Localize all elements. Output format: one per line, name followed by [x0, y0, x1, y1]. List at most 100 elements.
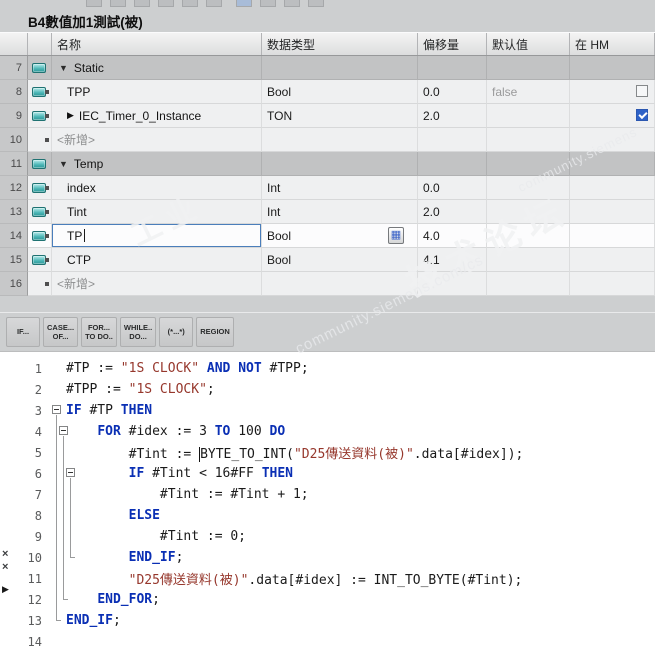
- cell-default[interactable]: [487, 56, 570, 80]
- cell-default[interactable]: false: [487, 80, 570, 104]
- column-header-default[interactable]: 默认值: [487, 33, 570, 55]
- cell-name[interactable]: ▼ Static: [52, 56, 262, 80]
- cell-default[interactable]: [487, 200, 570, 224]
- cell-offset[interactable]: [418, 56, 487, 80]
- cell-datatype[interactable]: [262, 152, 418, 176]
- code-line[interactable]: 6 IF #Tint < 16#FF THEN: [0, 463, 655, 484]
- cell-offset[interactable]: [418, 128, 487, 152]
- cell-datatype[interactable]: [262, 272, 418, 296]
- code-line[interactable]: 1 #TP := "1S CLOCK" AND NOT #TPP;: [0, 358, 655, 379]
- code-line[interactable]: 3 IF #TP THEN: [0, 400, 655, 421]
- column-header-name[interactable]: 名称: [52, 33, 262, 55]
- cell-hmi-visible[interactable]: [570, 176, 655, 200]
- snippet-button[interactable]: IF...: [6, 317, 40, 347]
- cell-default[interactable]: [487, 272, 570, 296]
- variable-tag-icon: [32, 62, 46, 73]
- cell-name[interactable]: TPP: [52, 80, 262, 104]
- table-row[interactable]: 9 ▶ IEC_Timer_0_Instance TON 2.0: [0, 104, 655, 128]
- hmi-checkbox[interactable]: [636, 109, 648, 121]
- fold-collapse-icon[interactable]: [66, 468, 75, 477]
- cell-hmi-visible[interactable]: [570, 200, 655, 224]
- cell-hmi-visible[interactable]: [570, 56, 655, 80]
- code-line[interactable]: 12 END_FOR;: [0, 589, 655, 610]
- close-icon[interactable]: ×: [2, 548, 8, 560]
- cell-offset[interactable]: 4.1: [418, 248, 487, 272]
- code-line[interactable]: 5 #Tint := BYTE_TO_INT("D25傳送資料(被)".data…: [0, 442, 655, 463]
- close-icon[interactable]: ×: [2, 561, 8, 573]
- code-line[interactable]: 9 #Tint := 0;: [0, 526, 655, 547]
- cell-default[interactable]: [487, 104, 570, 128]
- cell-name[interactable]: TP: [52, 224, 262, 248]
- cell-hmi-visible[interactable]: [570, 224, 655, 248]
- cell-default[interactable]: [487, 248, 570, 272]
- code-line[interactable]: 10 END_IF;: [0, 547, 655, 568]
- scl-code-editor[interactable]: 1 #TP := "1S CLOCK" AND NOT #TPP; 2 #TPP :=…: [0, 352, 655, 650]
- table-row[interactable]: 8 TPP Bool 0.0 false: [0, 80, 655, 104]
- cell-default[interactable]: [487, 128, 570, 152]
- code-line[interactable]: 2 #TPP := "1S CLOCK";: [0, 379, 655, 400]
- cell-datatype[interactable]: Int: [262, 200, 418, 224]
- fold-collapse-icon[interactable]: [52, 405, 61, 414]
- chevron-down-icon[interactable]: ▼: [59, 63, 68, 73]
- expand-arrow-icon[interactable]: ▶: [2, 584, 9, 595]
- cell-offset[interactable]: 0.0: [418, 176, 487, 200]
- cell-hmi-visible[interactable]: [570, 272, 655, 296]
- snippet-button[interactable]: CASE... OF...: [43, 317, 79, 347]
- cell-name[interactable]: CTP: [52, 248, 262, 272]
- cell-offset[interactable]: 2.0: [418, 200, 487, 224]
- snippet-button[interactable]: REGION: [196, 317, 234, 347]
- cell-name[interactable]: ▼ Temp: [52, 152, 262, 176]
- cell-datatype[interactable]: TON: [262, 104, 418, 128]
- chevron-down-icon[interactable]: ▼: [59, 159, 68, 169]
- cell-hmi-visible[interactable]: [570, 104, 655, 128]
- table-row[interactable]: 12 index Int 0.0: [0, 176, 655, 200]
- cell-datatype[interactable]: [262, 56, 418, 80]
- cell-offset[interactable]: 2.0: [418, 104, 487, 128]
- column-header-datatype[interactable]: 数据类型: [262, 33, 418, 55]
- cell-name[interactable]: index: [52, 176, 262, 200]
- cell-datatype[interactable]: Bool: [262, 248, 418, 272]
- table-row[interactable]: 11 ▼ Temp: [0, 152, 655, 176]
- code-line[interactable]: 4 FOR #idex := 3 TO 100 DO: [0, 421, 655, 442]
- cell-hmi-visible[interactable]: [570, 248, 655, 272]
- cell-offset[interactable]: 4.0: [418, 224, 487, 248]
- cell-hmi-visible[interactable]: [570, 152, 655, 176]
- cell-default[interactable]: [487, 176, 570, 200]
- cell-datatype[interactable]: Bool: [262, 80, 418, 104]
- cell-name[interactable]: <新增>: [52, 272, 262, 296]
- code-line[interactable]: 7 #Tint := #Tint + 1;: [0, 484, 655, 505]
- table-row[interactable]: 13 Tint Int 2.0: [0, 200, 655, 224]
- code-line[interactable]: 13 END_IF;: [0, 610, 655, 631]
- cell-default[interactable]: [487, 224, 570, 248]
- cell-name[interactable]: ▶ IEC_Timer_0_Instance: [52, 104, 262, 128]
- cell-hmi-visible[interactable]: [570, 128, 655, 152]
- cell-datatype[interactable]: Int: [262, 176, 418, 200]
- cell-datatype[interactable]: Bool ▦: [262, 224, 418, 248]
- column-header-hmi[interactable]: 在 HM: [570, 33, 655, 55]
- table-row[interactable]: 16 <新增>: [0, 272, 655, 296]
- cell-offset[interactable]: [418, 152, 487, 176]
- hmi-checkbox[interactable]: [636, 85, 648, 97]
- code-line[interactable]: 11 "D25傳送資料(被)".data[#idex] := INT_TO_BY…: [0, 568, 655, 589]
- cell-hmi-visible[interactable]: [570, 80, 655, 104]
- table-row[interactable]: 15 CTP Bool 4.1: [0, 248, 655, 272]
- cell-default[interactable]: [487, 152, 570, 176]
- code-line[interactable]: 14: [0, 631, 655, 650]
- column-header-offset[interactable]: 偏移量: [418, 33, 487, 55]
- snippet-button[interactable]: FOR... TO DO..: [81, 317, 117, 347]
- cell-name[interactable]: Tint: [52, 200, 262, 224]
- cell-name[interactable]: <新增>: [52, 128, 262, 152]
- cell-offset[interactable]: 0.0: [418, 80, 487, 104]
- table-row[interactable]: 10 <新增>: [0, 128, 655, 152]
- chevron-right-icon[interactable]: ▶: [67, 110, 74, 121]
- snippet-button[interactable]: (*...*): [159, 317, 194, 347]
- fold-collapse-icon[interactable]: [59, 426, 68, 435]
- code-line[interactable]: 8 ELSE: [0, 505, 655, 526]
- snippet-button[interactable]: WHILE.. DO...: [119, 317, 157, 347]
- table-row[interactable]: 14 TP Bool ▦ 4.0: [0, 224, 655, 248]
- cell-datatype[interactable]: [262, 128, 418, 152]
- row-number-cell: 13: [0, 200, 28, 224]
- datatype-picker-button[interactable]: ▦: [388, 227, 404, 244]
- cell-offset[interactable]: [418, 272, 487, 296]
- table-row[interactable]: 7 ▼ Static: [0, 56, 655, 80]
